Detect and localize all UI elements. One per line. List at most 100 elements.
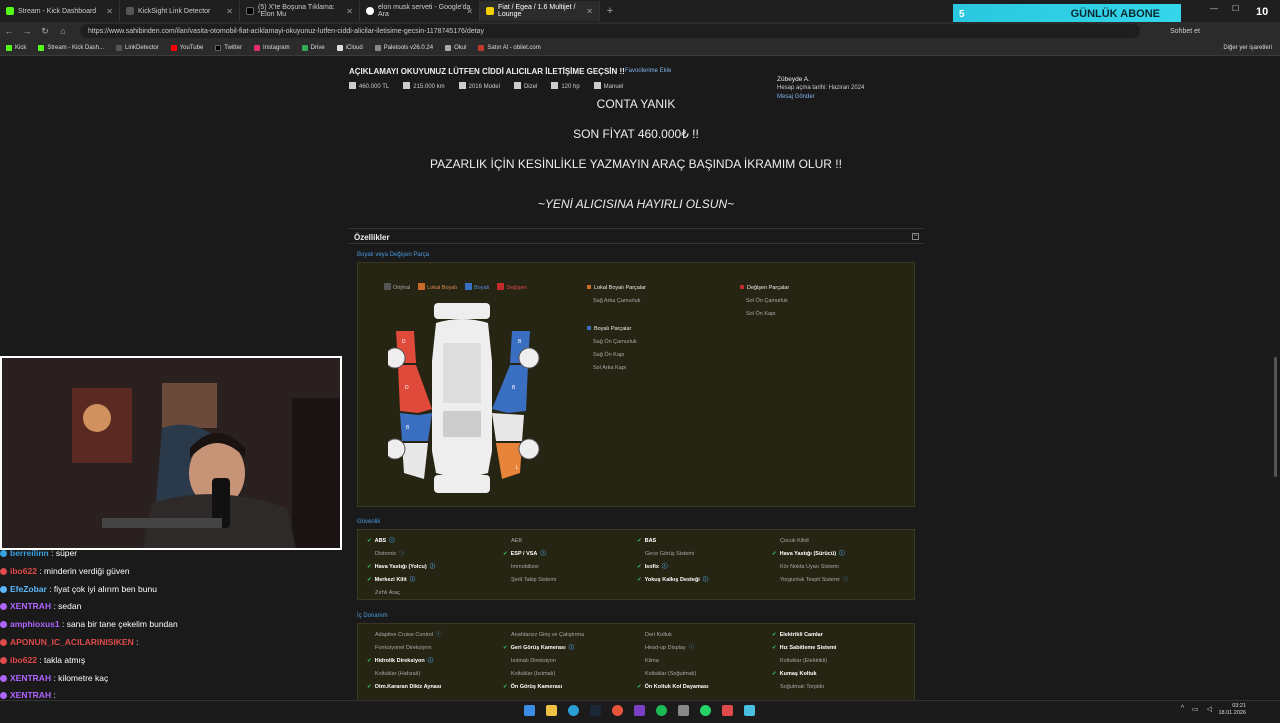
changed-list: Değişen Parçalar Sol Ön Çamurluk Sol Ön …	[740, 282, 789, 321]
chat-text: :	[133, 636, 139, 647]
volume-icon[interactable]: ◁	[1207, 705, 1212, 713]
app-icon[interactable]	[634, 705, 645, 716]
horsepower: 120 hp	[551, 82, 579, 90]
feature-item: Fonksiyonel Direksiyon	[375, 645, 432, 651]
app-icon[interactable]	[678, 705, 689, 716]
whatsapp-icon[interactable]	[700, 705, 711, 716]
bookmark-item[interactable]: Kick	[6, 44, 26, 51]
close-icon[interactable]: ✕	[346, 7, 353, 16]
feature-item: Ön Görüş Kamerası	[511, 681, 584, 694]
spotify-icon[interactable]	[656, 705, 667, 716]
feature-item: Adaptive Cruise Control	[375, 629, 442, 642]
scrollbar[interactable]	[1274, 357, 1277, 477]
feature-item: Isofix	[645, 561, 708, 574]
feature-item: Hava Yastığı (Sürücü)	[780, 548, 848, 561]
badge-icon	[0, 550, 7, 557]
bookmark-item[interactable]: Stream - Kick Dash...	[38, 44, 104, 51]
feature-item: Yokuş Kalkış Desteği	[645, 574, 708, 587]
browser-icon[interactable]	[568, 705, 579, 716]
app-icon[interactable]	[722, 705, 733, 716]
legend-local-painted: Lokal Boyalı	[418, 283, 457, 291]
file-explorer-icon[interactable]	[546, 705, 557, 716]
home-icon[interactable]: ⌂	[54, 26, 72, 36]
reload-icon[interactable]: ↻	[36, 26, 54, 37]
price: 460.000 TL	[349, 82, 389, 90]
feature-item: Hava Yastığı (Yolcu)	[375, 561, 435, 574]
chat-username[interactable]: ibo622	[10, 655, 37, 665]
tab-label: elon musk serveti - Google'da Ara	[378, 4, 471, 18]
chat-username[interactable]: XENTRAH	[10, 673, 51, 683]
icloud-icon	[336, 44, 343, 51]
chat-username[interactable]: XENTRAH	[10, 601, 51, 611]
link-icon	[126, 7, 134, 15]
youtube-icon	[170, 44, 177, 51]
maximize-icon[interactable]: ☐	[1232, 4, 1239, 13]
firefox-icon[interactable]	[612, 705, 623, 716]
chat-text: :	[51, 690, 56, 701]
steam-icon[interactable]	[590, 705, 601, 716]
goal-label: GÜNLÜK ABONE	[1070, 8, 1160, 20]
chat-username[interactable]: berreilinn	[10, 548, 49, 558]
windows-start-icon[interactable]	[524, 705, 535, 716]
feature-item: ESP / VSA	[511, 548, 556, 561]
feature-item: Koltuklar (Hafızalı)	[375, 671, 421, 677]
tab-linkdetector[interactable]: KickSight Link Detector ✕	[120, 1, 240, 21]
bookmark-item[interactable]: Instagram	[253, 44, 290, 51]
collapse-icon[interactable]: −	[912, 233, 919, 240]
other-bookmarks[interactable]: Diğer yer işaretleri	[1223, 45, 1272, 51]
url-input[interactable]: https://www.sahibinden.com/ilan/vasita-o…	[80, 24, 1140, 38]
close-icon[interactable]: ✕	[466, 7, 473, 16]
chat-text: : sana bir tane çekelim bundan	[59, 619, 178, 630]
description-line: SON FİYAT 460.000₺ !!	[573, 127, 699, 141]
bookmark-item[interactable]: Paletools v26.0.24	[374, 44, 433, 51]
chat-username[interactable]: XENTRAH	[10, 690, 51, 700]
forward-icon[interactable]: →	[18, 26, 36, 36]
paint-section-title: Boyalı veya Değişen Parça	[357, 252, 430, 258]
part-badge: D	[405, 385, 409, 391]
add-favorite-link[interactable]: Favorilerime Ekle	[625, 68, 671, 74]
bookmark-item[interactable]: YouTube	[170, 44, 203, 51]
new-tab-button[interactable]: +	[600, 5, 620, 17]
network-icon[interactable]: ▭	[1192, 705, 1199, 713]
feature-item: Çocuk Kilidi	[780, 538, 809, 544]
tab-sahibinden[interactable]: Fiat / Egea / 1.6 Multijet / Lounge ✕	[480, 1, 600, 21]
clock[interactable]: 03:21 18.01.2026	[1218, 703, 1246, 717]
chat-username[interactable]: EfeZobar	[10, 584, 47, 594]
chat-username[interactable]: APONUN_IC_ACILARINISIKEN	[10, 637, 134, 647]
kick-icon	[38, 44, 45, 51]
app-icon[interactable]	[744, 705, 755, 716]
bookmark-item[interactable]: Okul	[445, 44, 466, 51]
chat-text: : fiyat çok iyi alırım ben bunu	[46, 583, 157, 594]
back-icon[interactable]: ←	[0, 26, 18, 36]
close-icon[interactable]: ✕	[226, 7, 233, 16]
close-icon[interactable]: ✕	[586, 7, 593, 16]
bookmark-item[interactable]: Twitter	[215, 44, 242, 51]
x-icon	[215, 44, 222, 51]
tab-x[interactable]: (5) X'te Boşuna Tıklama: "Elon Mu ✕	[240, 1, 360, 21]
chevron-up-icon[interactable]: ^	[1181, 705, 1184, 713]
feature-item: Soğutmalı Torpido	[780, 684, 825, 690]
right-front-door	[492, 365, 528, 413]
minimize-icon[interactable]: —	[1210, 4, 1218, 13]
chat-button[interactable]: Sohbet et	[1170, 28, 1200, 35]
tab-kick-dashboard[interactable]: Stream - Kick Dashboard ✕	[0, 1, 120, 21]
feature-item: Merkezi Kilit	[375, 574, 435, 587]
feature-item: Distronic	[375, 548, 435, 561]
fuel: Dizel	[514, 82, 537, 90]
bookmark-item[interactable]: Satın Al - obilet.com	[478, 44, 541, 51]
feature-item: Zırhlı Araç	[375, 590, 401, 596]
part-item: Sol Ön Kapı	[746, 311, 776, 317]
close-icon[interactable]: ✕	[106, 7, 113, 16]
feature-item: Klima	[645, 658, 659, 664]
wheel	[388, 347, 406, 369]
bookmark-item[interactable]: iCloud	[336, 44, 363, 51]
goal-target: 10	[1256, 6, 1269, 18]
bookmark-item[interactable]: LinkDetector	[116, 44, 159, 51]
chat-username[interactable]: ibo622	[10, 566, 37, 576]
chat-username[interactable]: amphioxus1	[10, 619, 60, 629]
interior-col: Elektrikli CamlarHız Sabitleme Sistemi Ko…	[780, 629, 837, 694]
part-badge: L	[516, 465, 519, 471]
bookmark-item[interactable]: Drive	[301, 44, 325, 51]
right-rear-door	[492, 413, 524, 441]
tab-google[interactable]: elon musk serveti - Google'da Ara ✕	[360, 1, 480, 21]
